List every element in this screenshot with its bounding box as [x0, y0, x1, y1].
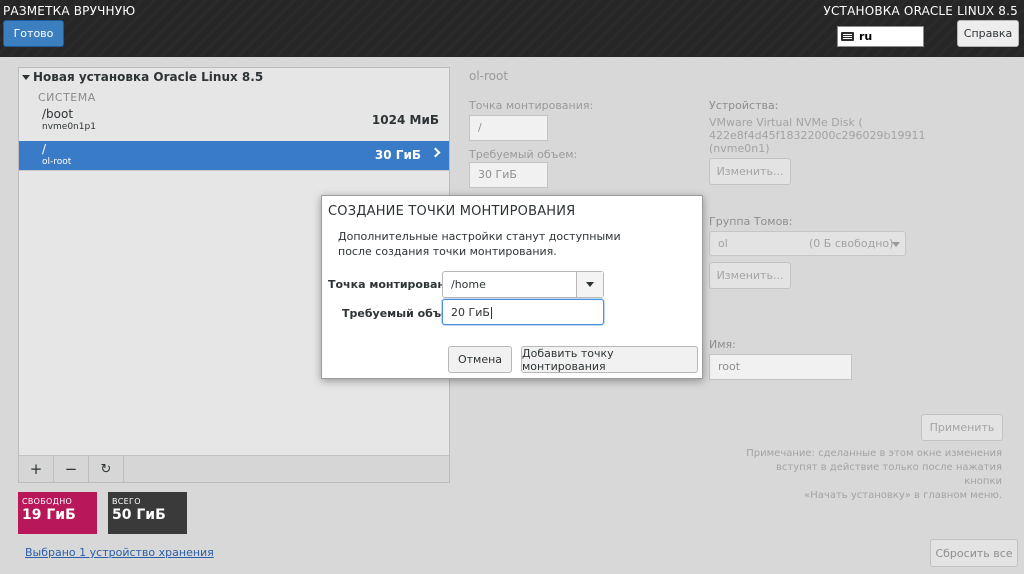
add-mount-point-button[interactable]: +	[19, 456, 54, 482]
name-label: Имя:	[709, 338, 736, 351]
name-field[interactable]: root	[709, 354, 852, 380]
dialog-capacity-input[interactable]: 20 ГиБ	[442, 299, 604, 325]
total-space-value: 50 ГиБ	[112, 507, 166, 523]
detail-title: ol-root	[469, 69, 509, 83]
mount-point-toolbar: + − ↻	[18, 455, 450, 483]
product-title: УСТАНОВКА ORACLE LINUX 8.5	[823, 4, 1018, 18]
volume-group-free: (0 Б свободно)	[809, 237, 894, 250]
mount-point-device: nvme0n1p1	[42, 122, 96, 132]
mount-point-field[interactable]: /	[469, 115, 548, 141]
free-space-box: СВОБОДНО 19 ГиБ	[18, 492, 97, 534]
capacity-label: Требуемый объем:	[469, 148, 578, 161]
add-mount-point-dialog: СОЗДАНИЕ ТОЧКИ МОНТИРОВАНИЯ Дополнительн…	[321, 195, 703, 379]
dialog-mount-point-combo[interactable]: /home	[442, 271, 604, 298]
changes-note: Примечание: сделанные в этом окне измене…	[740, 447, 1002, 503]
text-cursor	[490, 307, 492, 319]
add-mount-point-confirm-button[interactable]: Добавить точку монтирования	[521, 346, 698, 373]
remove-mount-point-button[interactable]: −	[54, 456, 89, 482]
mount-point-row-root[interactable]: / ol-root 30 ГиБ	[19, 141, 449, 170]
device-line: 422e8f4d45f18322000c296029b19911	[709, 129, 926, 142]
section-label-system: СИСТЕМА	[38, 91, 96, 104]
mount-point-name: /	[42, 142, 47, 156]
mount-point-row-boot[interactable]: /boot nvme0n1p1 1024 МиБ	[19, 106, 449, 135]
expander-triangle-icon	[22, 74, 30, 80]
volume-group-label: Группа Томов:	[709, 215, 793, 228]
modify-devices-button[interactable]: Изменить...	[709, 158, 791, 185]
cancel-button[interactable]: Отмена	[448, 346, 512, 373]
refresh-button[interactable]: ↻	[89, 456, 124, 482]
total-space-label: ВСЕГО	[112, 497, 141, 506]
devices-label: Устройства:	[709, 99, 779, 112]
dialog-title: СОЗДАНИЕ ТОЧКИ МОНТИРОВАНИЯ	[328, 204, 576, 219]
free-space-value: 19 ГиБ	[22, 507, 76, 523]
dialog-mount-point-dropdown[interactable]	[576, 272, 603, 297]
mount-point-name: /boot	[42, 107, 74, 121]
keyboard-layout-indicator[interactable]: ru	[837, 26, 924, 47]
keyboard-icon	[841, 32, 854, 41]
device-description: VMware Virtual NVMe Disk ( 422e8f4d45f18…	[709, 116, 926, 155]
dialog-description: Дополнительные настройки станут доступны…	[338, 229, 621, 259]
note-line: Примечание: сделанные в этом окне измене…	[746, 448, 1002, 459]
install-group-title: Новая установка Oracle Linux 8.5	[33, 70, 264, 84]
note-line: вступят в действие только после нажатия …	[776, 462, 1002, 487]
device-line: VMware Virtual NVMe Disk (	[709, 116, 863, 129]
selected-storage-link[interactable]: Выбрано 1 устройство хранения	[25, 546, 214, 559]
device-line: (nvme0n1)	[709, 142, 770, 155]
capacity-field[interactable]: 30 ГиБ	[469, 162, 548, 188]
install-group-header[interactable]: Новая установка Oracle Linux 8.5	[22, 70, 263, 84]
mount-point-size: 30 ГиБ	[374, 148, 421, 162]
note-line: «Начать установку» в главном меню.	[804, 490, 1002, 501]
dialog-description-line: Дополнительные настройки станут доступны…	[338, 230, 621, 243]
chevron-down-icon	[892, 242, 900, 247]
dialog-description-line: после создания точки монтирования.	[338, 245, 557, 258]
dialog-capacity-text: 20 ГиБ	[451, 306, 492, 319]
free-space-label: СВОБОДНО	[22, 497, 73, 506]
page-title: РАЗМЕТКА ВРУЧНУЮ	[3, 4, 136, 18]
total-space-box: ВСЕГО 50 ГиБ	[108, 492, 187, 534]
volume-group-name: ol	[718, 237, 728, 250]
dialog-mount-point-value: /home	[451, 278, 486, 291]
dialog-capacity-value: 20 ГиБ	[451, 306, 490, 319]
volume-group-select[interactable]: ol (0 Б свободно)	[709, 231, 906, 256]
chevron-right-icon	[430, 147, 441, 158]
mount-point-device: ol-root	[42, 157, 72, 167]
divider	[19, 170, 449, 171]
done-button[interactable]: Готово	[3, 20, 64, 47]
top-bar: РАЗМЕТКА ВРУЧНУЮ УСТАНОВКА ORACLE LINUX …	[0, 0, 1024, 57]
mount-point-label: Точка монтирования:	[469, 99, 594, 112]
help-button[interactable]: Справка	[957, 20, 1019, 47]
modify-volume-group-button[interactable]: Изменить...	[709, 262, 791, 289]
chevron-down-icon	[586, 282, 594, 287]
apply-button[interactable]: Применить	[921, 414, 1003, 441]
mount-point-size: 1024 МиБ	[371, 113, 439, 127]
reset-all-button[interactable]: Сбросить все	[930, 539, 1018, 567]
keyboard-layout-label: ru	[859, 30, 873, 43]
